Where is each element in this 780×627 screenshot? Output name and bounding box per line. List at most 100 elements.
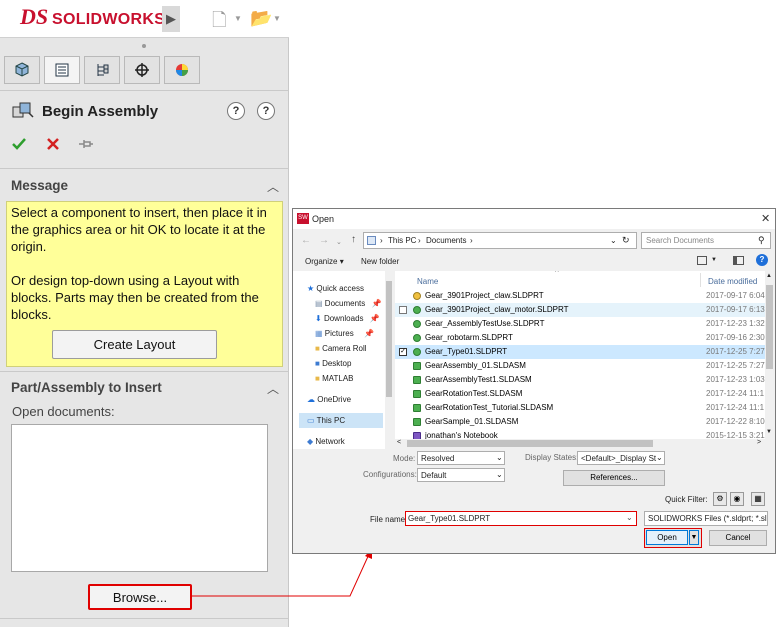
column-header-name[interactable]: Name <box>417 277 438 286</box>
file-row-selected[interactable]: ✓ Gear_Type01.SLDPRT 2017-12-25 7:27 <box>395 345 765 359</box>
property-list-icon <box>55 63 69 77</box>
dialog-title: Open <box>312 214 335 224</box>
whats-wrong-icon[interactable]: ? <box>227 102 245 120</box>
help-icon[interactable]: ? <box>257 102 275 120</box>
nav-scrollbar-thumb[interactable] <box>386 281 392 397</box>
nav-camera-roll[interactable]: ■ Camera Roll <box>315 344 367 353</box>
file-row-hovered[interactable]: Gear_3901Project_claw_motor.SLDPRT 2017-0… <box>395 303 765 317</box>
new-document-icon[interactable]: 🗋 <box>212 8 226 38</box>
nav-downloads[interactable]: ⬇ Downloads 📌 <box>315 314 380 323</box>
file-type-select[interactable]: SOLIDWORKS Files (*.sldprt; *.sl <box>644 511 768 526</box>
breadcrumb-chevron-icon: › <box>380 236 383 245</box>
create-layout-button[interactable]: Create Layout <box>52 330 217 359</box>
row-checkbox-checked[interactable]: ✓ <box>399 348 407 356</box>
open-folder-icon[interactable]: 📂 <box>250 8 272 29</box>
nav-matlab[interactable]: ■ MATLAB <box>315 374 354 383</box>
chevron-down-icon: ⌄ <box>656 453 663 462</box>
search-icon[interactable]: ⚲ <box>758 235 765 246</box>
collapse-chevron-icon[interactable]: ︿ <box>267 380 279 397</box>
scroll-left-icon[interactable]: < <box>397 439 401 446</box>
open-dropdown-icon[interactable]: ▼ <box>273 14 281 23</box>
file-row[interactable]: GearRotationTest_Tutorial.SLDASM 2017-12-… <box>395 401 765 415</box>
tab-dimxpert[interactable] <box>124 56 160 84</box>
organize-button[interactable]: Organize ▾ <box>305 257 344 266</box>
nav-quick-access[interactable]: ★ Quick access <box>307 284 364 293</box>
open-documents-label: Open documents: <box>12 404 115 419</box>
h-scrollbar-thumb[interactable] <box>407 440 653 447</box>
solidworks-logo-text: SOLIDWORKS <box>52 11 166 28</box>
display-states-label: Display States: <box>525 453 579 462</box>
display-states-select[interactable]: <Default>_Display St ⌄ <box>577 451 665 465</box>
new-dropdown-icon[interactable]: ▼ <box>234 14 242 23</box>
browse-button[interactable]: Browse... <box>88 584 192 610</box>
back-arrow-icon[interactable]: ← <box>301 235 311 246</box>
row-checkbox[interactable] <box>399 306 407 314</box>
new-folder-button[interactable]: New folder <box>361 257 399 266</box>
expand-toolbar-button[interactable]: ▶ <box>162 6 180 32</box>
page-title: Begin Assembly <box>42 103 159 120</box>
file-row[interactable]: GearRotationTest.SLDASM 2017-12-24 11:1 <box>395 387 765 401</box>
help-icon[interactable]: ? <box>756 254 768 266</box>
file-name-input[interactable]: Gear_Type01.SLDPRT ⌄ <box>405 511 637 526</box>
chevron-down-icon: ⌄ <box>496 453 503 462</box>
mode-select[interactable]: Resolved ⌄ <box>417 451 505 465</box>
tab-feature-manager[interactable] <box>4 56 40 84</box>
up-arrow-icon[interactable]: ↑ <box>351 234 356 245</box>
view-options-icon[interactable] <box>697 256 707 265</box>
file-row[interactable]: jonathan's Notebook 2015-12-15 3:21 <box>395 429 765 439</box>
preview-pane-icon[interactable] <box>733 256 744 265</box>
navigation-pane: ★ Quick access ▤ Documents 📌 ⬇ Downloads… <box>293 271 385 449</box>
column-header-date[interactable]: Date modified <box>708 277 757 286</box>
cancel-button[interactable]: Cancel <box>709 530 767 546</box>
file-row[interactable]: GearSample_01.SLDASM 2017-12-22 8:10 <box>395 415 765 429</box>
open-button[interactable]: Open <box>646 530 688 545</box>
scroll-down-icon[interactable]: ▼ <box>766 429 772 435</box>
file-list: ^ Name Date modified Gear_3901Project_cl… <box>395 271 765 439</box>
address-bar[interactable]: › This PC › Documents › ⌄ ↻ <box>363 232 637 249</box>
scrollbar-thumb[interactable] <box>766 285 773 369</box>
chevron-down-icon: ⌄ <box>626 513 633 522</box>
filter-parts-icon[interactable]: ⚙ <box>713 492 727 506</box>
nav-documents[interactable]: ▤ Documents 📌 <box>315 299 381 308</box>
file-list-scrollbar[interactable]: ▲ ▼ <box>765 271 774 439</box>
open-button-group: Open ▼ <box>644 528 702 548</box>
scroll-up-icon[interactable]: ▲ <box>766 273 772 279</box>
tab-display-manager[interactable] <box>164 56 200 84</box>
address-dropdown-icon[interactable]: ⌄ <box>610 236 617 245</box>
close-icon[interactable]: ✕ <box>761 212 770 225</box>
refresh-icon[interactable]: ↻ <box>622 235 630 246</box>
file-row[interactable]: GearAssembly_01.SLDASM 2017-12-25 7:27 <box>395 359 765 373</box>
file-row[interactable]: Gear_AssemblyTestUse.SLDPRT 2017-12-23 1:… <box>395 317 765 331</box>
tab-configuration-manager[interactable] <box>84 56 120 84</box>
ok-checkmark-icon[interactable] <box>12 138 26 150</box>
view-dropdown-icon[interactable]: ▼ <box>711 257 717 263</box>
breadcrumb-chevron-icon: › <box>470 236 473 245</box>
part-file-icon <box>413 320 421 328</box>
filter-drawings-icon[interactable]: ▦ <box>751 492 765 506</box>
nav-onedrive[interactable]: ☁ OneDrive <box>307 395 351 404</box>
breadcrumb-this-pc[interactable]: This PC <box>388 236 416 245</box>
breadcrumb-documents[interactable]: Documents <box>426 236 466 245</box>
horizontal-scrollbar[interactable]: < > <box>395 439 765 448</box>
configurations-select[interactable]: Default ⌄ <box>417 468 505 482</box>
nav-scrollbar[interactable] <box>385 271 393 449</box>
file-row[interactable]: Gear_3901Project_claw.SLDPRT 2017-09-17 6… <box>395 289 765 303</box>
collapse-chevron-icon[interactable]: ︿ <box>267 178 279 195</box>
cancel-x-icon[interactable] <box>47 138 59 150</box>
open-dropdown-icon[interactable]: ▼ <box>689 530 699 545</box>
scroll-right-icon[interactable]: > <box>757 439 761 446</box>
nav-desktop[interactable]: ■ Desktop <box>315 359 351 368</box>
nav-this-pc[interactable]: ▭ This PC <box>307 416 345 425</box>
search-field[interactable]: Search Documents ⚲ <box>641 232 771 249</box>
file-row[interactable]: Gear_robotarm.SLDPRT 2017-09-16 2:30 <box>395 331 765 345</box>
forward-arrow-icon[interactable]: → <box>319 235 329 246</box>
nav-pictures[interactable]: ▦ Pictures 📌 <box>315 329 374 338</box>
filter-assemblies-icon[interactable]: ◉ <box>730 492 744 506</box>
recent-dropdown-icon[interactable]: ⌄ <box>336 238 342 246</box>
splitter-grip-icon[interactable] <box>142 44 146 48</box>
references-button[interactable]: References... <box>563 470 665 486</box>
nav-network[interactable]: ◆ Network <box>307 437 345 446</box>
file-row[interactable]: GearAssemblyTest1.SLDASM 2017-12-23 1:03 <box>395 373 765 387</box>
pushpin-icon[interactable] <box>78 138 94 150</box>
tab-property-manager[interactable] <box>44 56 80 84</box>
